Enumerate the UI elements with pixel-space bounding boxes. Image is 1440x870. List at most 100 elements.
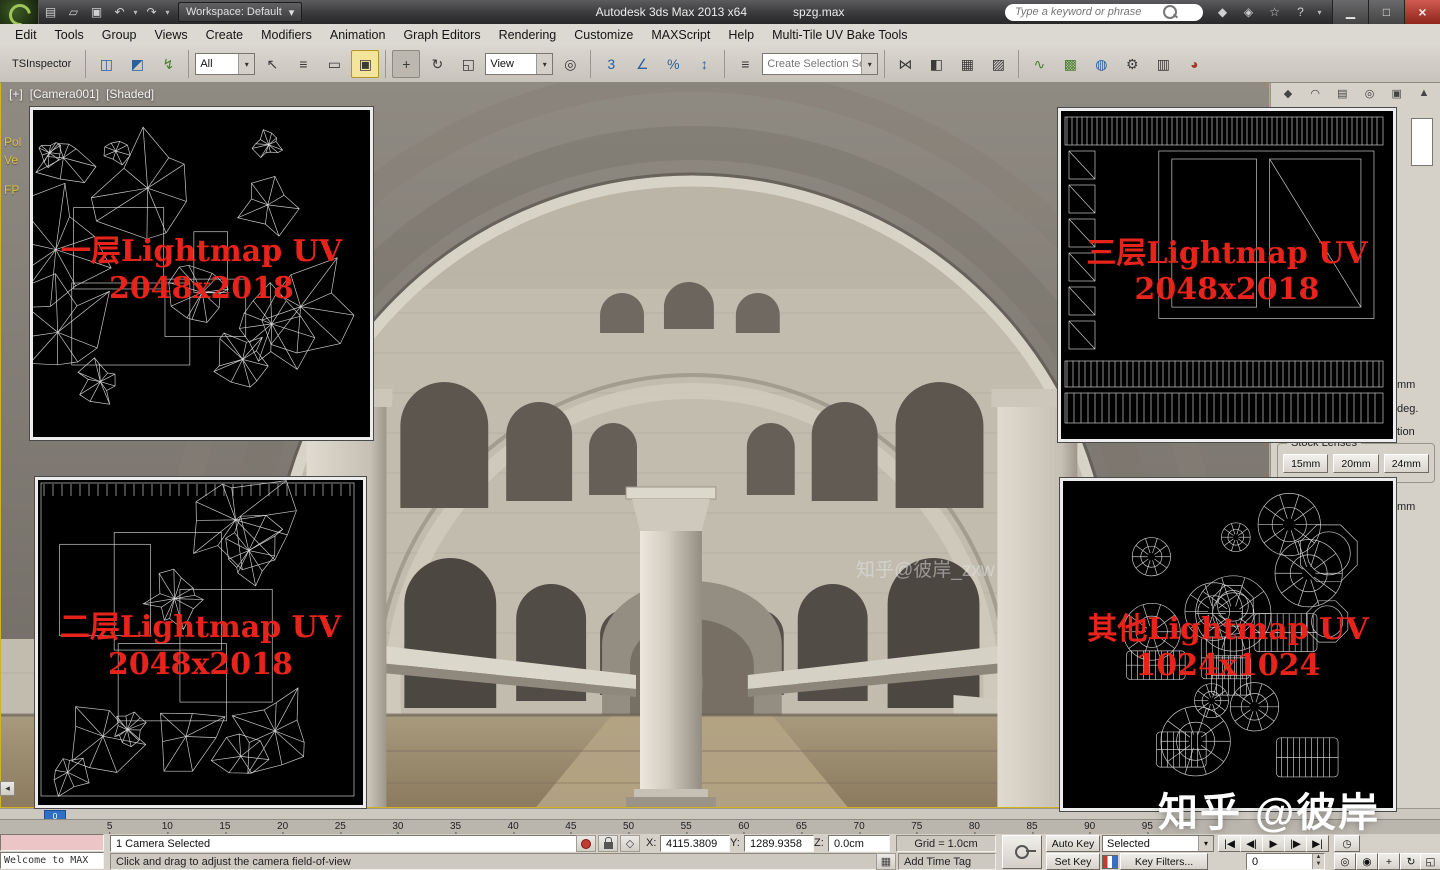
subscription-key-icon[interactable]: ◆	[1212, 3, 1233, 21]
search-icon[interactable]	[1163, 5, 1177, 19]
spinner-snap-icon[interactable]: ↕	[690, 50, 718, 78]
keyboard-shortcut-override-icon[interactable]: ▦	[876, 853, 896, 870]
unlink-selection-icon[interactable]: ◩	[123, 50, 151, 78]
menu-multi-tile-uv-bake-tools[interactable]: Multi-Tile UV Bake Tools	[763, 25, 916, 45]
auto-key-button[interactable]: Auto Key	[1046, 835, 1100, 852]
menu-edit[interactable]: Edit	[6, 25, 46, 45]
select-by-name-icon[interactable]: ≡	[289, 50, 317, 78]
key-filters-button[interactable]: Key Filters...	[1120, 853, 1208, 870]
menu-rendering[interactable]: Rendering	[490, 25, 566, 45]
frame-spinner[interactable]: ▲ ▼	[1312, 854, 1324, 869]
key-filters-color-icon[interactable]	[1102, 855, 1118, 869]
mirror-icon[interactable]: ⋈	[891, 50, 919, 78]
modifier-stack-fragment[interactable]	[1411, 118, 1433, 166]
maxscript-mini-listener[interactable]: Welcome to MAX	[0, 852, 104, 869]
minimize-button[interactable]: ▁	[1332, 0, 1368, 24]
rendered-frame-window-icon[interactable]: ▥	[1149, 50, 1177, 78]
layer-manager-icon[interactable]: ▦	[953, 50, 981, 78]
align-icon[interactable]: ◧	[922, 50, 950, 78]
favorites-star-icon[interactable]: ☆	[1264, 3, 1285, 21]
viewport-shading-menu[interactable]: [Shaded]	[106, 87, 154, 101]
chevron-down-icon[interactable]: ▾	[861, 54, 878, 74]
menu-animation[interactable]: Animation	[321, 25, 395, 45]
chevron-down-icon[interactable]: ▾	[238, 54, 255, 74]
isolate-selection-icon[interactable]	[576, 835, 596, 852]
menu-tools[interactable]: Tools	[46, 25, 93, 45]
search-input[interactable]	[1013, 5, 1157, 19]
orbit-view-button[interactable]: ↻	[1400, 853, 1422, 870]
selection-filter-dropdown[interactable]: All ▾	[195, 53, 256, 75]
workspace-dropdown[interactable]: Workspace: Default ▾	[178, 2, 303, 22]
menu-customize[interactable]: Customize	[565, 25, 642, 45]
undo-icon[interactable]: ↶	[109, 3, 130, 21]
select-and-scale-icon[interactable]: ◱	[454, 50, 482, 78]
tab-create-icon[interactable]: ◆	[1279, 85, 1297, 101]
select-and-move-icon[interactable]: +	[392, 50, 421, 78]
bind-to-space-warp-icon[interactable]: ↯	[154, 50, 182, 78]
tsinspector-button[interactable]: TSInspector	[4, 58, 79, 70]
snaps-toggle-icon[interactable]: 3	[597, 50, 625, 78]
lens-24mm-button[interactable]: 24mm	[1383, 454, 1429, 473]
window-crossing-toggle-icon[interactable]: ▣	[351, 50, 380, 78]
lens-20mm-button[interactable]: 20mm	[1333, 454, 1379, 473]
named-selection-set-combo[interactable]: Create Selection Set ▾	[762, 53, 879, 75]
menu-group[interactable]: Group	[93, 25, 146, 45]
pan-view-button[interactable]: +	[1378, 853, 1400, 870]
frame-ruler[interactable]: 5 10 15 20 25 30 35 40 45 50 55 60 65 70 75 80 85 90 95	[52, 820, 1205, 836]
redo-dropdown-icon[interactable]: ▾	[163, 8, 172, 17]
menu-views[interactable]: Views	[145, 25, 196, 45]
zoom-all-button[interactable]: ◉	[1356, 853, 1378, 870]
material-editor-icon[interactable]: ◍	[1087, 50, 1115, 78]
lens-15mm-button[interactable]: 15mm	[1283, 454, 1329, 473]
communication-center-icon[interactable]: ◈	[1238, 3, 1259, 21]
help-dropdown-icon[interactable]: ▾	[1315, 8, 1324, 17]
tab-utilities-icon[interactable]: ▲	[1415, 85, 1433, 101]
tab-hierarchy-icon[interactable]: ▤	[1333, 85, 1351, 101]
viewport-general-menu[interactable]: [+]	[9, 87, 23, 101]
set-keys-button[interactable]	[1002, 835, 1042, 869]
save-file-icon[interactable]: ▣	[86, 3, 107, 21]
menu-create[interactable]: Create	[197, 25, 253, 45]
chevron-down-icon[interactable]: ▾	[1198, 836, 1213, 851]
select-and-link-icon[interactable]: ◫	[92, 50, 120, 78]
help-icon[interactable]: ?	[1290, 3, 1311, 21]
tab-modify-icon[interactable]: ◠	[1306, 85, 1324, 101]
select-object-icon[interactable]: ↖	[258, 50, 286, 78]
render-production-icon[interactable]: ◕	[1180, 50, 1208, 78]
maximize-button[interactable]: □	[1368, 0, 1404, 24]
absolute-offset-toggle-icon[interactable]: ◇	[620, 835, 640, 852]
use-pivot-point-icon[interactable]: ◎	[556, 50, 584, 78]
app-logo-icon[interactable]	[0, 0, 39, 31]
reference-coordinate-dropdown[interactable]: View ▾	[485, 53, 554, 75]
current-frame-field[interactable]: 0 ▲ ▼	[1246, 853, 1325, 870]
menu-help[interactable]: Help	[719, 25, 763, 45]
add-time-tag[interactable]: Add Time Tag	[898, 853, 996, 870]
tab-display-icon[interactable]: ▣	[1388, 85, 1406, 101]
chevron-down-icon[interactable]: ▾	[536, 54, 553, 74]
maximize-viewport-toggle-button[interactable]: ◱	[1420, 853, 1440, 870]
curve-editor-icon[interactable]: ∿	[1025, 50, 1053, 78]
menu-maxscript[interactable]: MAXScript	[642, 25, 719, 45]
select-and-rotate-icon[interactable]: ↻	[423, 50, 451, 78]
menu-graph-editors[interactable]: Graph Editors	[394, 25, 489, 45]
menu-modifiers[interactable]: Modifiers	[252, 25, 321, 45]
scroll-left-button[interactable]: ◂	[0, 781, 15, 796]
tab-motion-icon[interactable]: ◎	[1361, 85, 1379, 101]
macro-recorder-mini[interactable]	[0, 834, 104, 851]
y-coordinate-field[interactable]: 1289.9358	[744, 835, 814, 852]
zoom-viewport-button[interactable]: ◎	[1334, 853, 1356, 870]
undo-dropdown-icon[interactable]: ▾	[131, 8, 140, 17]
graphite-ribbon-icon[interactable]: ▨	[984, 50, 1012, 78]
set-key-button[interactable]: Set Key	[1046, 853, 1100, 870]
z-coordinate-field[interactable]: 0.0cm	[828, 835, 890, 852]
new-scene-icon[interactable]: ▤	[40, 3, 61, 21]
percent-snap-icon[interactable]: %	[659, 50, 687, 78]
selection-lock-icon[interactable]	[598, 835, 618, 852]
redo-icon[interactable]: ↷	[141, 3, 162, 21]
edit-named-selection-sets-icon[interactable]: ≡	[731, 50, 759, 78]
open-file-icon[interactable]: ▱	[63, 3, 84, 21]
viewport-pov-menu[interactable]: [Camera001]	[30, 87, 99, 101]
rectangular-selection-region-icon[interactable]: ▭	[320, 50, 348, 78]
schematic-view-icon[interactable]: ▩	[1056, 50, 1084, 78]
render-setup-icon[interactable]: ⚙	[1118, 50, 1146, 78]
